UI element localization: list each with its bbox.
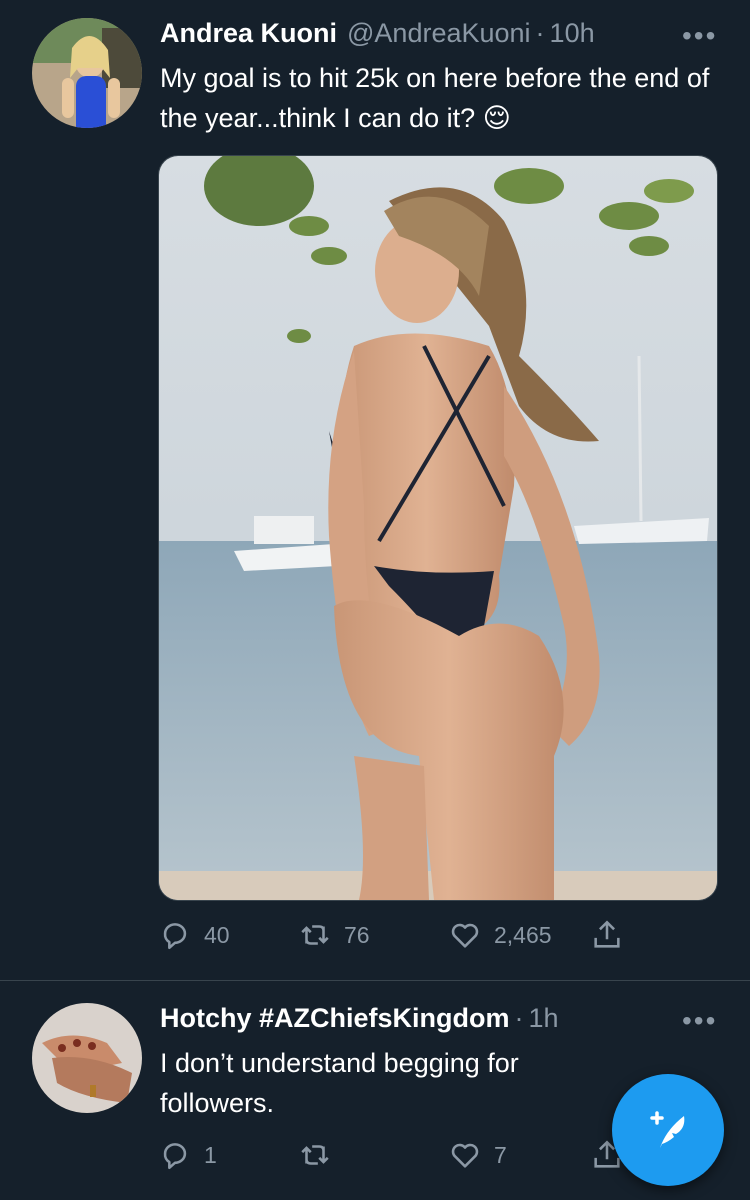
compose-tweet-button[interactable] <box>612 1074 724 1186</box>
like-icon <box>451 923 479 948</box>
like-count: 2,465 <box>494 921 552 948</box>
share-icon <box>594 920 620 948</box>
reply-count: 1 <box>204 1141 217 1168</box>
tweet-text: I don’t understand begging for followers… <box>160 1048 519 1118</box>
like-button[interactable]: 2,465 <box>448 918 552 952</box>
more-options-button[interactable]: ••• <box>682 1005 717 1037</box>
retweet-icon <box>301 925 329 945</box>
reply-count: 40 <box>204 921 230 948</box>
like-button[interactable]: 7 <box>448 1138 507 1172</box>
user-handle[interactable]: @AndreaKuoni <box>347 18 531 49</box>
retweet-button[interactable] <box>298 1138 344 1172</box>
like-count: 7 <box>494 1141 507 1168</box>
tweet-header: Hotchy #AZChiefsKingdom · 1h <box>160 1003 559 1034</box>
like-icon <box>451 1143 479 1168</box>
reply-icon <box>163 923 187 950</box>
reply-icon <box>163 1143 187 1170</box>
tweet-media[interactable] <box>158 155 718 901</box>
display-name[interactable]: Andrea Kuoni <box>160 18 337 49</box>
photo-woman-beach <box>159 156 717 900</box>
timestamp[interactable]: 10h <box>550 18 595 49</box>
tweet-actions: 1 7 <box>158 1138 638 1178</box>
timestamp[interactable]: 1h <box>529 1003 559 1034</box>
tweet-header: Andrea Kuoni @AndreaKuoni · 10h <box>160 18 595 49</box>
retweet-count: 76 <box>344 921 370 948</box>
display-name[interactable]: Hotchy #AZChiefsKingdom <box>160 1003 510 1034</box>
tweet-actions: 40 76 2,465 <box>158 918 638 958</box>
separator: · <box>514 1003 524 1033</box>
compose-tweet-icon <box>650 1111 685 1148</box>
more-options-button[interactable]: ••• <box>682 20 717 52</box>
separator: · <box>535 18 545 48</box>
retweet-icon <box>301 1145 329 1165</box>
tweet-1[interactable]: Andrea Kuoni @AndreaKuoni · 10h ••• My g… <box>0 0 750 980</box>
avatar-image <box>32 18 142 128</box>
tweet-text: My goal is to hit 25k on here before the… <box>160 63 710 133</box>
avatar[interactable] <box>32 1003 142 1113</box>
avatar[interactable] <box>32 18 142 128</box>
share-button[interactable] <box>590 918 636 952</box>
reply-button[interactable]: 40 <box>158 918 230 952</box>
reply-button[interactable]: 1 <box>158 1138 217 1172</box>
retweet-button[interactable]: 76 <box>298 918 370 952</box>
avatar-image <box>32 1003 142 1113</box>
